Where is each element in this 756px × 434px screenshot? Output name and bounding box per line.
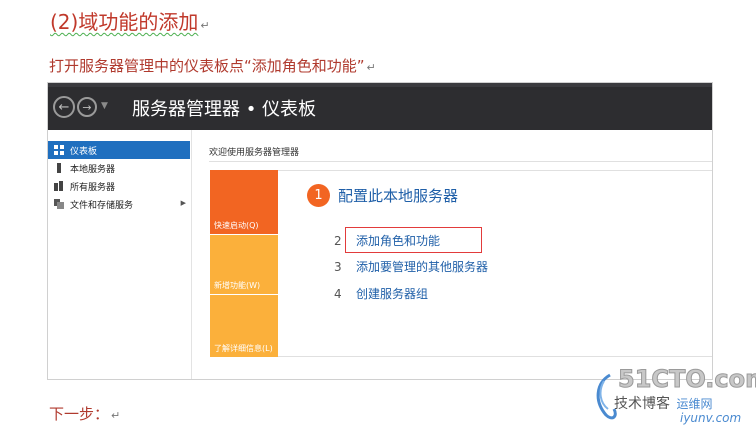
welcome-divider <box>209 161 712 162</box>
highlight-box <box>345 227 482 253</box>
chevron-down-icon[interactable]: ▼ <box>101 101 108 111</box>
watermark-url: iyunv.com <box>680 411 742 425</box>
sidebar-item-all-servers[interactable]: 所有服务器 <box>48 177 190 195</box>
sidebar-item-label: 本地服务器 <box>70 164 116 175</box>
chevron-right-icon[interactable]: ▶ <box>181 199 186 207</box>
sidebar-item-label: 文件和存储服务 <box>70 200 134 211</box>
tile-whats-new[interactable]: 新增功能(W) <box>210 235 278 294</box>
watermark-brand: 51CTO.com <box>617 365 756 394</box>
doc-next-step: 下一步： ↵ <box>49 403 120 424</box>
tile-label: 快速启动(Q) <box>214 221 259 230</box>
title-bar: ← → ▼ 服务器管理器 • 仪表板 <box>48 83 712 130</box>
sidebar-item-label: 仪表板 <box>70 146 98 157</box>
step-link[interactable]: 添加要管理的其他服务器 <box>356 258 488 275</box>
server-manager-screenshot: ← → ▼ 服务器管理器 • 仪表板 仪表板 本地服务器 所有服务器 文件和存储… <box>47 82 713 380</box>
title-strip <box>48 83 712 87</box>
forward-button[interactable]: → <box>77 97 97 117</box>
doc-heading-text: (2)域功能的添加 <box>50 10 199 34</box>
step-add-other-servers[interactable]: 3 添加要管理的其他服务器 <box>334 258 488 275</box>
arrow-left-icon: ← <box>58 99 70 115</box>
servers-icon <box>54 181 64 191</box>
watermark-line2b: 运维网 <box>676 397 713 411</box>
watermark-line: 技术博客 运维网 <box>614 393 712 413</box>
dashboard-icon <box>54 145 64 155</box>
tile-quick-start[interactable]: 快速启动(Q) <box>210 170 278 234</box>
watermark-line2: 技术博客 <box>614 396 670 412</box>
step-label: 配置此本地服务器 <box>338 187 459 205</box>
sidebar-item-dashboard[interactable]: 仪表板 <box>48 141 190 159</box>
welcome-title: 欢迎使用服务器管理器 <box>209 148 300 158</box>
paragraph-mark: ↵ <box>366 61 376 74</box>
storage-icon <box>54 199 64 209</box>
tile-label: 新增功能(W) <box>214 281 261 290</box>
doc-instruction-text: 打开服务器管理中的仪表板点“添加角色和功能” <box>49 57 365 75</box>
doc-next-text: 下一步： <box>49 405 110 423</box>
window-title: 服务器管理器 • 仪表板 <box>132 99 317 120</box>
step-configure-local-server[interactable]: 1 配置此本地服务器 <box>307 184 458 207</box>
content-divider <box>191 130 192 379</box>
sidebar-item-local-server[interactable]: 本地服务器 <box>48 159 190 177</box>
tile-label: 了解详细信息(L) <box>214 344 273 353</box>
watermark: 51CTO.com 技术博客 运维网 iyunv.com <box>592 365 756 427</box>
step-create-server-group[interactable]: 4 创建服务器组 <box>334 285 428 302</box>
step-link[interactable]: 创建服务器组 <box>356 285 428 302</box>
sidebar: 仪表板 本地服务器 所有服务器 文件和存储服务 ▶ <box>48 141 190 213</box>
step-number: 4 <box>334 286 342 301</box>
doc-instruction: 打开服务器管理中的仪表板点“添加角色和功能” ↵ <box>49 55 376 76</box>
step-number-badge: 1 <box>307 184 330 207</box>
sidebar-item-file-storage[interactable]: 文件和存储服务 ▶ <box>48 195 190 213</box>
back-button[interactable]: ← <box>53 96 75 118</box>
server-icon <box>54 163 64 173</box>
paragraph-mark: ↵ <box>200 19 210 32</box>
step-number: 3 <box>334 259 342 274</box>
paragraph-mark: ↵ <box>111 409 121 422</box>
doc-heading: (2)域功能的添加 ↵ <box>50 6 210 35</box>
sidebar-item-label: 所有服务器 <box>70 182 116 193</box>
tile-learn-more[interactable]: 了解详细信息(L) <box>210 295 278 357</box>
arrow-right-icon: → <box>82 100 92 114</box>
